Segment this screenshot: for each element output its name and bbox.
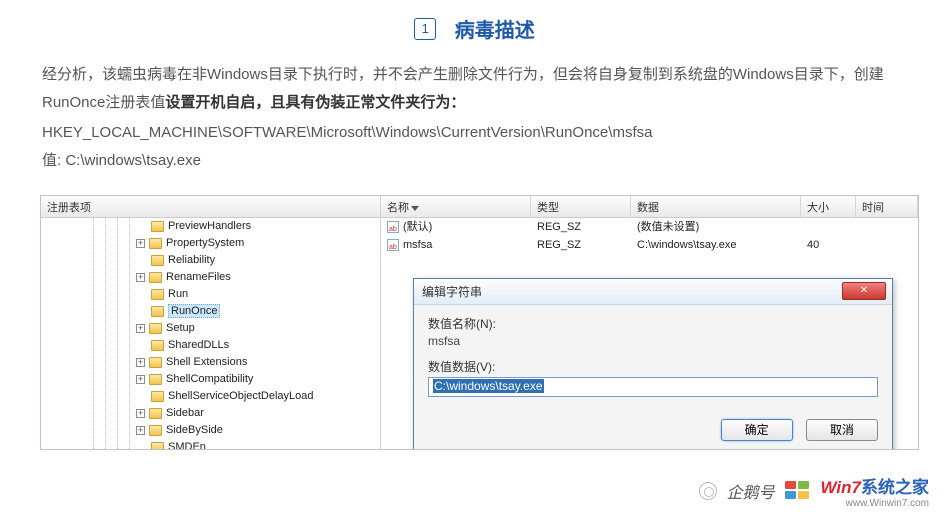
folder-icon — [151, 221, 164, 232]
tree-item[interactable]: + Setup — [41, 320, 380, 337]
section-header: 1 病毒描述 — [0, 0, 949, 61]
folder-icon — [149, 408, 162, 419]
folder-icon — [151, 391, 164, 402]
folder-icon — [151, 340, 164, 351]
value-data: (数值未设置) — [631, 218, 801, 236]
folder-icon — [149, 272, 162, 283]
registry-path: HKEY_LOCAL_MACHINE\SOFTWARE\Microsoft\Wi… — [42, 119, 907, 147]
expander-icon[interactable]: + — [136, 426, 145, 435]
tree-item[interactable]: PreviewHandlers — [41, 218, 380, 235]
folder-icon — [149, 374, 162, 385]
dialog-titlebar[interactable]: 编辑字符串 ✕ — [414, 279, 892, 305]
folder-icon — [151, 442, 164, 449]
tree-item-label: RenameFiles — [166, 271, 231, 283]
tree-item[interactable]: + Sidebar — [41, 405, 380, 422]
tree-item[interactable]: RunOnce — [41, 303, 380, 320]
section-number-badge: 1 — [414, 18, 436, 40]
windows-flag-icon — [785, 481, 811, 501]
tree-item-label: Shell Extensions — [166, 356, 247, 368]
tree-item[interactable]: Reliability — [41, 252, 380, 269]
tree-item[interactable]: SharedDLLs — [41, 337, 380, 354]
folder-icon — [151, 289, 164, 300]
col-type[interactable]: 类型 — [531, 196, 631, 217]
value-name: (默认) — [403, 221, 432, 233]
article-emphasis: 设置开机自启，且具有伪装正常文件夹行为： — [165, 94, 465, 111]
tree-item[interactable]: + ShellCompatibility — [41, 371, 380, 388]
tree-item[interactable]: + Shell Extensions — [41, 354, 380, 371]
value-row[interactable]: (默认) REG_SZ(数值未设置) — [381, 218, 918, 236]
value-size: 40 — [801, 236, 856, 254]
folder-icon — [149, 238, 162, 249]
folder-icon — [149, 357, 162, 368]
tree-item-label: SMDEn — [168, 441, 206, 449]
value-row[interactable]: msfsa REG_SZC:\windows\tsay.exe40 — [381, 236, 918, 254]
folder-icon — [151, 306, 164, 317]
string-value-icon — [387, 239, 399, 251]
tree-item[interactable]: SMDEn — [41, 439, 380, 449]
tree-item-label: RunOnce — [168, 304, 220, 318]
expander-icon[interactable]: + — [136, 239, 145, 248]
watermark-url: www.Winwin7.com — [821, 498, 929, 509]
section-title: 病毒描述 — [455, 14, 535, 43]
tree-item[interactable]: ShellServiceObjectDelayLoad — [41, 388, 380, 405]
regedit-screenshot: 注册表项 PreviewHandlers + PropertySystem Relia… — [40, 195, 919, 450]
ok-button[interactable]: 确定 — [721, 419, 793, 441]
value-data-label: 数值数据(V): — [428, 358, 878, 375]
value-type: REG_SZ — [531, 236, 631, 254]
dialog-title-text: 编辑字符串 — [422, 285, 482, 299]
tree-item-label: ShellCompatibility — [166, 373, 253, 385]
edit-string-dialog: 编辑字符串 ✕ 数值名称(N): msfsa 数值数据(V): C:\windo… — [413, 278, 893, 450]
value-time — [856, 218, 918, 236]
string-value-icon — [387, 221, 399, 233]
tree-item-label: SharedDLLs — [168, 339, 229, 351]
value-name: msfsa — [403, 239, 432, 251]
tree-item[interactable]: + SideBySide — [41, 422, 380, 439]
values-header: 名称 类型 数据 大小 时间 — [381, 196, 918, 218]
tree-item-label: PreviewHandlers — [168, 220, 251, 232]
value-data-text: C:\windows\tsay.exe — [433, 379, 544, 393]
expander-icon[interactable]: + — [136, 409, 145, 418]
tree-item-label: Setup — [166, 322, 195, 334]
close-button[interactable]: ✕ — [842, 282, 886, 300]
tree-item-label: ShellServiceObjectDelayLoad — [168, 390, 314, 402]
penguin-icon — [699, 482, 717, 500]
tree-item-label: Run — [168, 288, 188, 300]
tree-item-label: Reliability — [168, 254, 215, 266]
cancel-button[interactable]: 取消 — [806, 419, 878, 441]
folder-icon — [151, 255, 164, 266]
watermark-brand: Win7系统之家 www.Winwin7.com — [821, 473, 929, 509]
tree-item[interactable]: Run — [41, 286, 380, 303]
value-time — [856, 236, 918, 254]
tree-item-label: SideBySide — [166, 424, 223, 436]
tree-item-label: Sidebar — [166, 407, 204, 419]
col-name[interactable]: 名称 — [381, 196, 531, 217]
expander-icon[interactable]: + — [136, 273, 145, 282]
tree-item[interactable]: + RenameFiles — [41, 269, 380, 286]
expander-icon[interactable]: + — [136, 358, 145, 367]
article-body: 经分析，该蠕虫病毒在非Windows目录下执行时，并不会产生删除文件行为，但会将… — [0, 61, 949, 185]
watermark-qie: 企鹅号 — [727, 479, 775, 503]
tree-header: 注册表项 — [41, 196, 380, 218]
value-size — [801, 218, 856, 236]
folder-icon — [149, 425, 162, 436]
col-data[interactable]: 数据 — [631, 196, 801, 217]
registry-tree-panel: 注册表项 PreviewHandlers + PropertySystem Relia… — [41, 196, 381, 449]
sort-indicator-icon — [411, 206, 419, 211]
value-name-display: msfsa — [428, 334, 878, 348]
tree-item-label: PropertySystem — [166, 237, 244, 249]
value-data-input[interactable]: C:\windows\tsay.exe — [428, 377, 878, 397]
expander-icon[interactable]: + — [136, 324, 145, 333]
tree-item[interactable]: + PropertySystem — [41, 235, 380, 252]
value-name-label: 数值名称(N): — [428, 315, 878, 332]
watermark: 企鹅号 Win7系统之家 www.Winwin7.com — [699, 473, 929, 509]
col-time[interactable]: 时间 — [856, 196, 918, 217]
value-type: REG_SZ — [531, 218, 631, 236]
registry-value: 值: C:\windows\tsay.exe — [42, 147, 907, 175]
value-data: C:\windows\tsay.exe — [631, 236, 801, 254]
folder-icon — [149, 323, 162, 334]
expander-icon[interactable]: + — [136, 375, 145, 384]
col-size[interactable]: 大小 — [801, 196, 856, 217]
